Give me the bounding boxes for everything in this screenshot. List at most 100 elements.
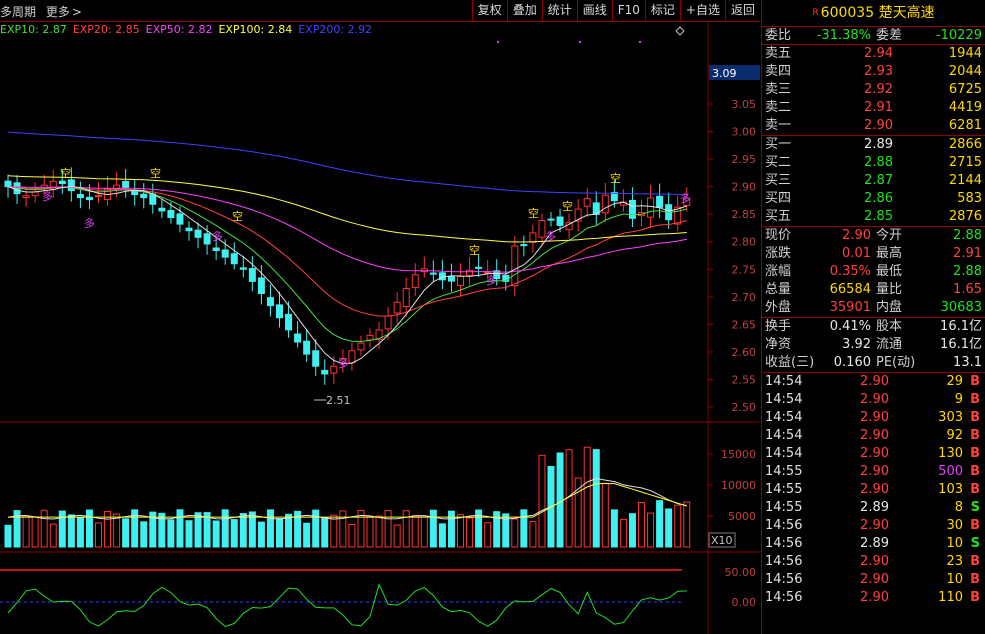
volume-bar bbox=[592, 449, 600, 548]
sell-signal-label: 空 bbox=[150, 166, 161, 180]
volume-bar bbox=[95, 522, 102, 548]
stat-value: 66584 bbox=[829, 282, 871, 297]
order-row: 买四 2.86 583 bbox=[762, 190, 985, 208]
more-button[interactable]: 更多 > bbox=[46, 5, 82, 19]
trade-row: 14:54 2.90 29 B bbox=[762, 373, 985, 391]
trade-volume: 10 bbox=[946, 572, 963, 587]
price-tick-label: 2.60 bbox=[732, 346, 757, 359]
order-level-label: 买五 bbox=[765, 209, 792, 224]
candle-down bbox=[285, 313, 293, 331]
trade-price: 2.90 bbox=[860, 446, 889, 461]
volume-bar bbox=[321, 517, 329, 548]
candle-down bbox=[140, 193, 148, 199]
volume-bar bbox=[402, 510, 410, 548]
ratio-value: -31.38% bbox=[816, 28, 871, 43]
trade-side: B bbox=[970, 554, 980, 569]
stat-value: 16.1亿 bbox=[940, 319, 982, 334]
price-tick-label: 2.50 bbox=[732, 401, 757, 414]
volume-bar bbox=[212, 520, 220, 548]
trade-price: 2.90 bbox=[860, 374, 889, 389]
trade-price: 2.90 bbox=[860, 554, 889, 569]
toolbar-button[interactable]: F10 bbox=[611, 0, 645, 22]
sell-signal-label: 空 bbox=[562, 199, 573, 213]
volume-unit-label: X10 bbox=[711, 534, 733, 547]
toolbar-button[interactable]: 叠加 bbox=[506, 0, 542, 22]
volume-bar bbox=[628, 513, 636, 548]
tick-trades[interactable]: 14:54 2.90 29 B 14:54 2.90 9 B 14:54 2.90 303 B 14:5… bbox=[762, 373, 985, 607]
volume-bar bbox=[285, 513, 293, 548]
trade-volume: 500 bbox=[938, 464, 963, 479]
trade-volume: 303 bbox=[938, 410, 963, 425]
order-row: 买五 2.85 2876 bbox=[762, 208, 985, 226]
volume-bar bbox=[538, 454, 546, 548]
order-row: 卖三 2.92 6725 bbox=[762, 81, 985, 99]
candle-up bbox=[22, 195, 30, 199]
order-volume: 2044 bbox=[948, 64, 982, 79]
stat-label: 总量 bbox=[765, 282, 792, 297]
stat-label: 最高 bbox=[876, 246, 903, 261]
buy-signal-label: 多 bbox=[680, 191, 691, 205]
stat-label: 内盘 bbox=[876, 300, 903, 315]
stock-terminal: 多周期 更多 > 复权 叠加 统计 画线 F10 标记 +自选 返回 EXP10: 2.87 EX… bbox=[0, 0, 985, 634]
trade-time: 14:56 bbox=[765, 518, 803, 533]
trade-row: 14:54 2.90 130 B bbox=[762, 445, 985, 463]
stat-row: 涨幅 0.35% 最低 2.88 bbox=[762, 263, 985, 281]
order-row: 卖四 2.93 2044 bbox=[762, 63, 985, 81]
order-row: 卖二 2.91 4419 bbox=[762, 99, 985, 117]
candle-down bbox=[447, 276, 455, 282]
order-price: 2.85 bbox=[864, 209, 893, 224]
stat-value: 0.41% bbox=[829, 319, 871, 334]
kline-chart[interactable]: 3.05 3.00 2.95 2.90 2.85 2.80 2.75 2.70 2.65 2.60… bbox=[0, 22, 760, 634]
candle-down bbox=[149, 193, 157, 205]
candle-up bbox=[384, 315, 392, 330]
trade-price: 2.90 bbox=[860, 392, 889, 407]
volume-bar bbox=[230, 519, 238, 548]
trade-time: 14:56 bbox=[765, 536, 803, 551]
order-ratio-row: 委比 -31.38% 委差 -10229 bbox=[762, 27, 985, 45]
volume-bar bbox=[466, 517, 474, 548]
toolbar-button[interactable]: 统计 bbox=[541, 0, 577, 22]
period-button[interactable]: 多周期 bbox=[0, 5, 36, 19]
volume-bar bbox=[330, 514, 338, 548]
order-row: 卖五 2.94 1944 bbox=[762, 45, 985, 63]
trade-time: 14:54 bbox=[765, 392, 803, 407]
stat-row: 现价 2.90 今开 2.88 bbox=[762, 227, 985, 245]
volume-bar bbox=[22, 515, 30, 548]
volume-bar bbox=[601, 482, 609, 548]
toolbar-button[interactable]: 返回 bbox=[724, 0, 760, 22]
order-level-label: 卖四 bbox=[765, 64, 792, 79]
buy-signal-label: 多 bbox=[212, 229, 223, 243]
toolbar-button[interactable]: +自选 bbox=[679, 0, 725, 22]
order-level-label: 买四 bbox=[765, 191, 792, 206]
order-volume: 6281 bbox=[948, 118, 982, 133]
volume-bar bbox=[574, 477, 582, 548]
stat-label: 换手 bbox=[765, 319, 792, 334]
candle-up bbox=[357, 342, 365, 351]
stat-row: 换手 0.41% 股本 16.1亿 bbox=[762, 318, 985, 336]
order-price: 2.92 bbox=[864, 82, 893, 97]
marker-dot bbox=[638, 40, 642, 44]
trade-volume: 23 bbox=[946, 554, 963, 569]
candle-up bbox=[411, 274, 419, 288]
toolbar-button[interactable]: 复权 bbox=[471, 0, 507, 22]
volume-bar bbox=[85, 509, 93, 548]
volume-bar bbox=[583, 446, 591, 548]
order-price: 2.88 bbox=[864, 155, 893, 170]
volume-bar bbox=[375, 515, 383, 548]
volume-tick-label: 5000 bbox=[728, 510, 756, 523]
price-tick-label: 2.55 bbox=[732, 373, 757, 386]
candle-down bbox=[266, 297, 274, 307]
volume-bar bbox=[58, 510, 66, 548]
toolbar-button[interactable]: 画线 bbox=[576, 0, 612, 22]
volume-bar bbox=[31, 516, 39, 548]
candle-up bbox=[95, 195, 102, 198]
toolbar-button[interactable]: 标记 bbox=[644, 0, 680, 22]
order-price: 2.93 bbox=[864, 64, 893, 79]
stat-value: 0.160 bbox=[833, 355, 871, 370]
trade-volume: 92 bbox=[946, 428, 963, 443]
candle-down bbox=[221, 249, 229, 258]
volume-bar bbox=[638, 502, 645, 548]
indicator-line bbox=[7, 583, 687, 628]
price-tick-label: 2.85 bbox=[732, 208, 757, 221]
volume-bar bbox=[49, 523, 57, 548]
